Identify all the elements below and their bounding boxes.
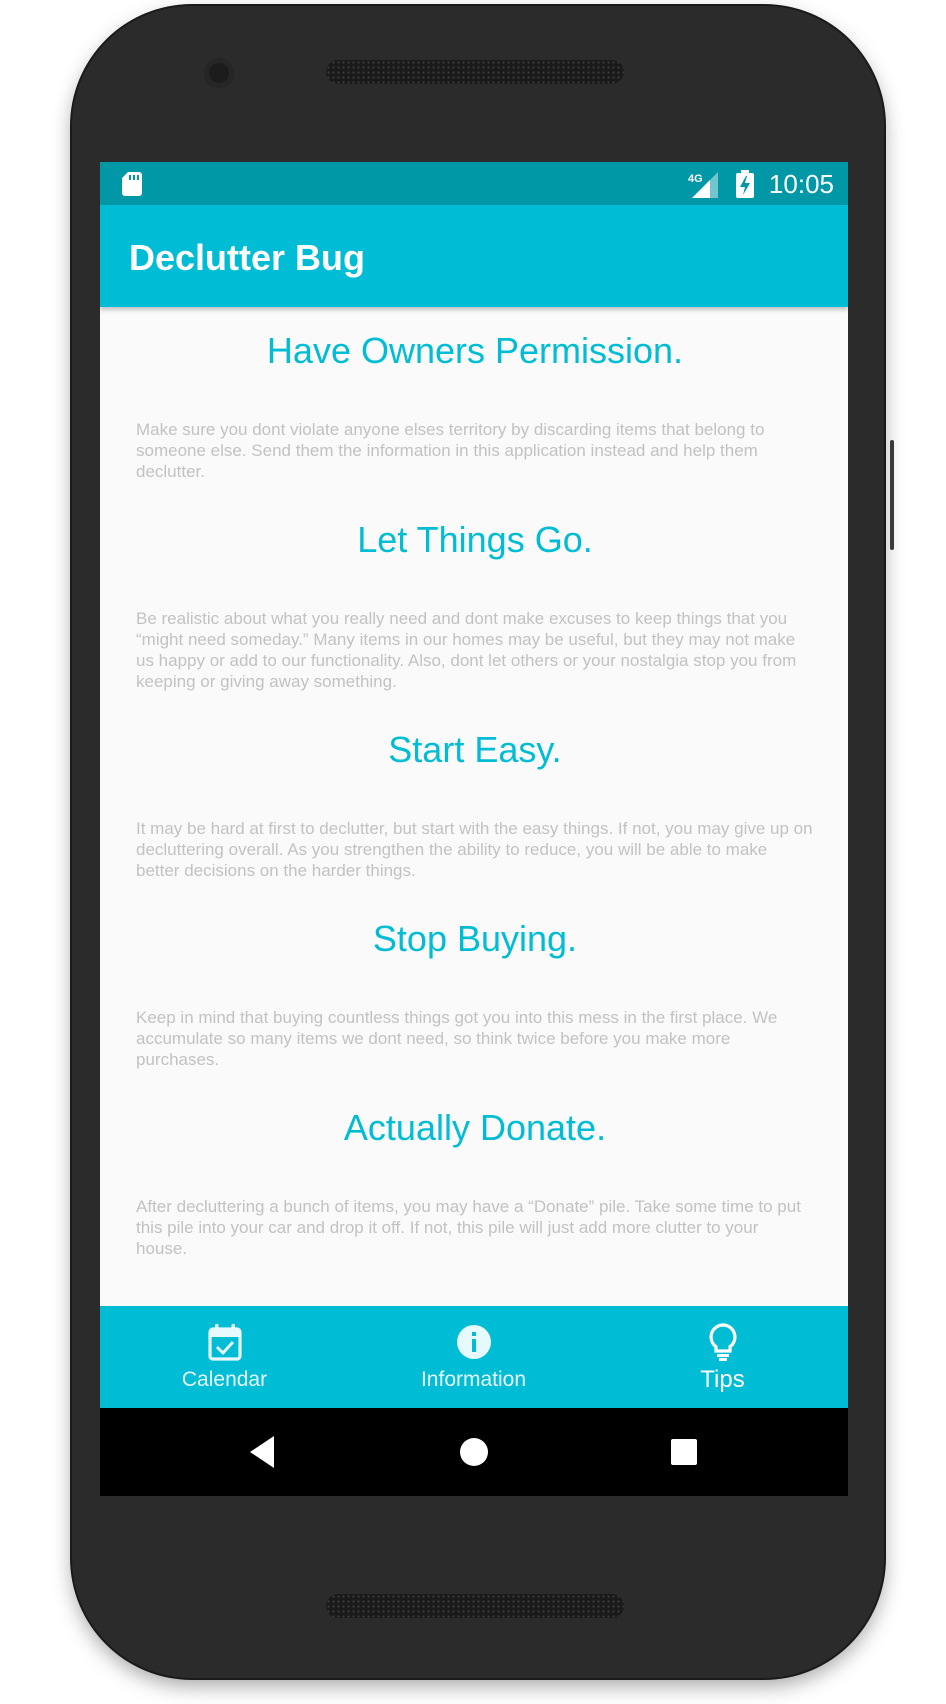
home-icon[interactable] bbox=[452, 1430, 496, 1474]
status-clock: 10:05 bbox=[768, 169, 834, 199]
app-title: Declutter Bug bbox=[129, 237, 366, 278]
earpiece-speaker bbox=[326, 60, 624, 84]
tip-item: Actually Donate. After decluttering a bu… bbox=[136, 1106, 814, 1258]
device-screen: 4G 10:05 Declutter Bug Have Owners Permi… bbox=[100, 162, 848, 1496]
bottom-navigation: Calendar Information Tips bbox=[100, 1306, 848, 1408]
tip-item: Start Easy. It may be hard at first to d… bbox=[136, 728, 814, 880]
info-icon bbox=[456, 1325, 491, 1359]
tip-body: Keep in mind that buying countless thing… bbox=[136, 1008, 778, 1069]
front-camera bbox=[204, 58, 234, 88]
signal-4g-icon: 4G bbox=[688, 172, 718, 198]
tip-body: It may be hard at first to declutter, bu… bbox=[136, 819, 813, 880]
bottom-speaker bbox=[326, 1594, 624, 1618]
status-bar: 4G 10:05 bbox=[100, 162, 848, 205]
tip-item: Stop Buying. Keep in mind that buying co… bbox=[136, 917, 814, 1069]
battery-charging-icon bbox=[736, 170, 754, 198]
nav-information-button[interactable]: Information bbox=[349, 1306, 598, 1408]
nav-information-label: Information bbox=[420, 1368, 527, 1391]
nav-tips-button[interactable]: Tips bbox=[598, 1306, 847, 1408]
nav-tips-label: Tips bbox=[700, 1366, 745, 1393]
system-navigation-bar bbox=[100, 1408, 848, 1496]
calendar-check-icon bbox=[207, 1324, 242, 1361]
tip-item: Have Owners Permission. Make sure you do… bbox=[136, 329, 814, 481]
device-frame-stage: 4G 10:05 Declutter Bug Have Owners Permi… bbox=[0, 0, 946, 1704]
tip-body: Make sure you dont violate anyone elses … bbox=[136, 420, 765, 481]
tip-title: Actually Donate. bbox=[343, 1107, 607, 1148]
tip-title: Let Things Go. bbox=[357, 519, 593, 560]
back-icon[interactable] bbox=[242, 1430, 286, 1474]
tip-title: Stop Buying. bbox=[372, 918, 578, 959]
tips-list[interactable]: Have Owners Permission. Make sure you do… bbox=[100, 307, 848, 1467]
sd-card-icon bbox=[122, 172, 142, 196]
tip-item: Let Things Go. Be realistic about what y… bbox=[136, 518, 814, 691]
power-button bbox=[890, 440, 894, 550]
nav-calendar-button[interactable]: Calendar bbox=[100, 1306, 349, 1408]
tip-body: Be realistic about what you really need … bbox=[136, 609, 797, 691]
tip-title: Have Owners Permission. bbox=[266, 330, 684, 371]
app-bar: Declutter Bug bbox=[100, 205, 848, 307]
nav-calendar-label: Calendar bbox=[181, 1368, 268, 1391]
tip-body: After decluttering a bunch of items, you… bbox=[136, 1197, 801, 1258]
tip-title: Start Easy. bbox=[388, 729, 562, 770]
network-type-label: 4G bbox=[688, 173, 703, 185]
lightbulb-icon bbox=[708, 1323, 737, 1361]
recents-icon[interactable] bbox=[662, 1430, 706, 1474]
